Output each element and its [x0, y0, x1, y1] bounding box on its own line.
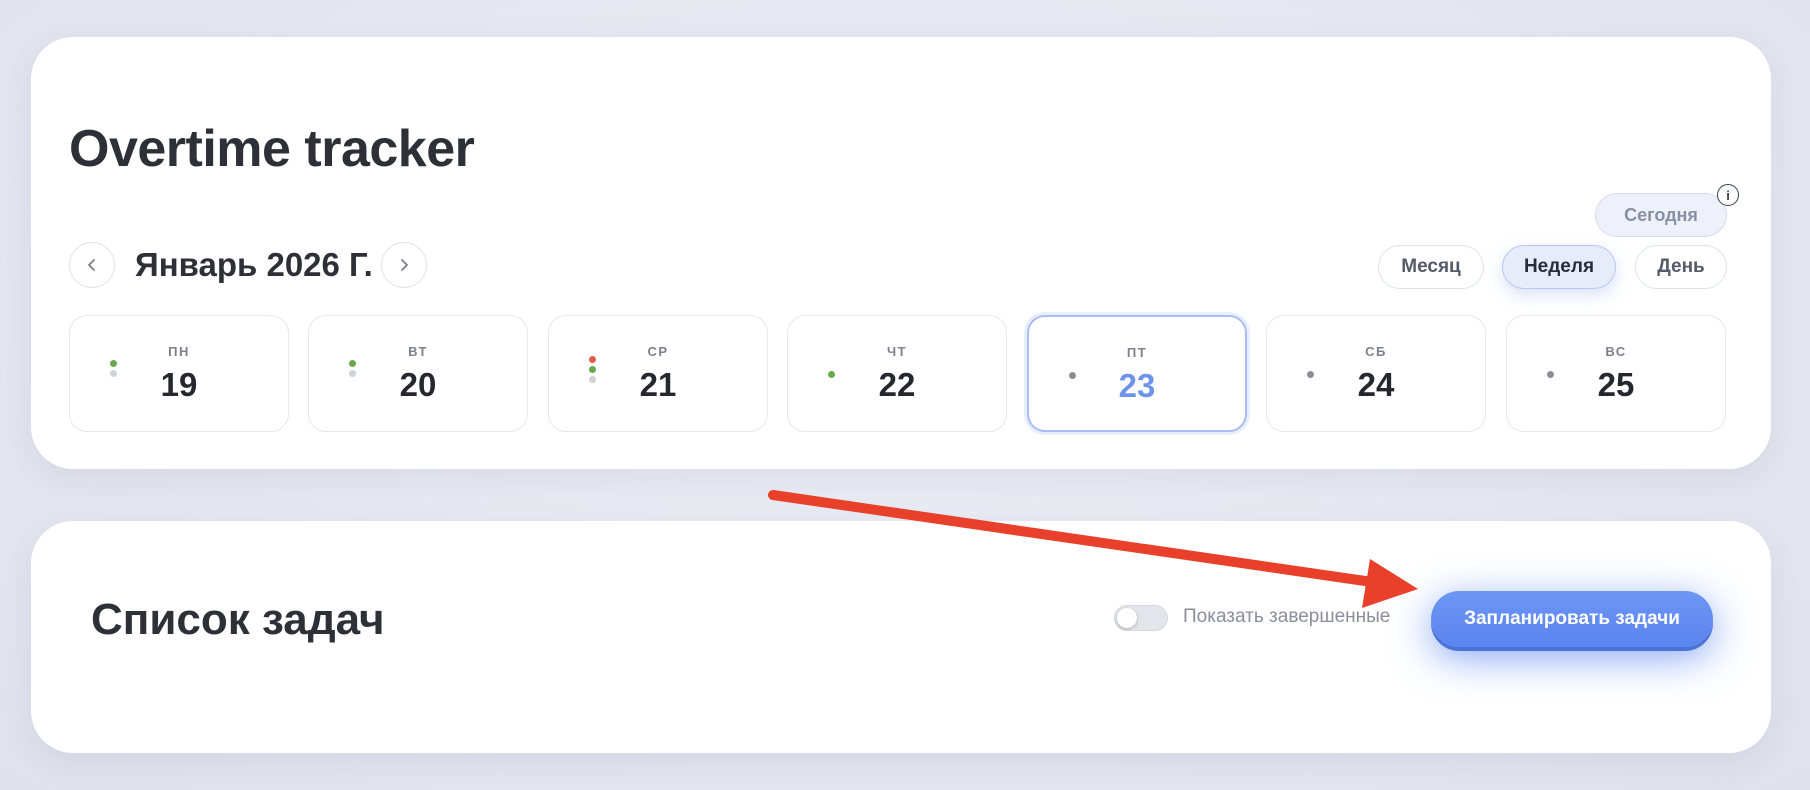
day-number: 20 — [399, 366, 437, 403]
tasks-card: Список задач Показать завершенные Заплан… — [31, 521, 1771, 753]
day-weekday: ВТ — [408, 344, 428, 359]
month-label: Январь 2026 Г. — [135, 246, 373, 283]
day-card-sat[interactable]: СБ 24 — [1266, 315, 1486, 432]
show-completed-label: Показать завершенные — [1183, 606, 1391, 627]
day-number: 21 — [639, 366, 677, 403]
tasks-title: Список задач — [91, 595, 385, 644]
chevron-right-icon — [401, 259, 408, 271]
show-completed-toggle[interactable] — [1114, 605, 1168, 631]
page-title: Overtime tracker — [69, 120, 475, 178]
day-weekday: СР — [647, 344, 669, 359]
day-card-sun[interactable]: ВС 25 — [1506, 315, 1726, 432]
toggle-knob — [1117, 608, 1137, 628]
day-card-tue[interactable]: ВТ 20 — [308, 315, 528, 432]
day-weekday: ЧТ — [886, 344, 908, 359]
day-card-mon[interactable]: ПН 19 — [69, 315, 289, 432]
chevron-left-icon — [88, 259, 95, 271]
view-day-button[interactable]: День — [1635, 245, 1727, 289]
next-month-button[interactable] — [381, 242, 427, 288]
page: Overtime tracker Январь 2026 Г. Сегодня … — [0, 0, 1810, 790]
day-card-fri[interactable]: ПТ 23 — [1027, 315, 1247, 432]
today-button[interactable]: Сегодня — [1595, 193, 1727, 237]
day-number: 25 — [1597, 366, 1635, 403]
day-number: 24 — [1357, 366, 1395, 403]
day-number: 22 — [878, 366, 916, 403]
day-card-thu[interactable]: ЧТ 22 — [787, 315, 1007, 432]
calendar-card: Overtime tracker Январь 2026 Г. Сегодня … — [31, 37, 1771, 469]
view-week-button[interactable]: Неделя — [1502, 245, 1616, 289]
day-weekday: СБ — [1365, 344, 1387, 359]
view-month-button[interactable]: Месяц — [1378, 245, 1484, 289]
day-weekday: ПН — [168, 344, 190, 359]
info-icon[interactable]: i — [1717, 184, 1739, 206]
day-number: 19 — [160, 366, 198, 403]
day-number: 23 — [1118, 367, 1156, 404]
plan-tasks-button[interactable]: Запланировать задачи — [1431, 591, 1713, 647]
day-card-wed[interactable]: СР 21 — [548, 315, 768, 432]
prev-month-button[interactable] — [69, 242, 115, 288]
day-weekday: ВС — [1605, 344, 1627, 359]
day-weekday: ПТ — [1126, 345, 1148, 360]
